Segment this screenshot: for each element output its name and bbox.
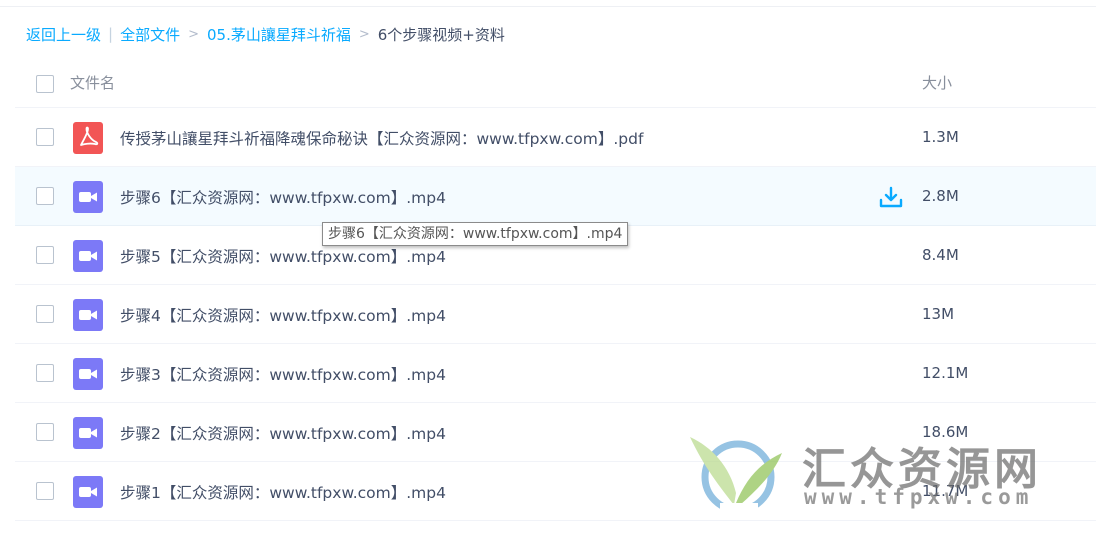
folder-link[interactable]: 05.茅山讓星拜斗祈福 xyxy=(207,24,351,45)
download-icon[interactable] xyxy=(879,186,903,208)
select-all-checkbox[interactable] xyxy=(36,75,54,93)
all-files-link[interactable]: 全部文件 xyxy=(120,24,180,45)
video-icon xyxy=(73,181,103,213)
file-size: 8.4M xyxy=(922,246,959,264)
file-size: 13M xyxy=(922,305,955,323)
row-checkbox[interactable] xyxy=(36,305,54,323)
breadcrumb: 返回上一级 | 全部文件 > 05.茅山讓星拜斗祈福 > 6个步骤视频+资料 xyxy=(26,23,505,45)
watermark-logo: 汇众资源网 www.tfpxw.com xyxy=(690,427,1060,517)
file-name[interactable]: 步骤3【汇众资源网：www.tfpxw.com】.mp4 xyxy=(120,363,446,385)
video-icon xyxy=(73,417,103,449)
column-header-size[interactable]: 大小 xyxy=(922,72,952,93)
file-size: 1.3M xyxy=(922,128,959,146)
row-checkbox[interactable] xyxy=(36,482,54,500)
row-checkbox[interactable] xyxy=(36,423,54,441)
file-name[interactable]: 传授茅山讓星拜斗祈福降魂保命秘诀【汇众资源网：www.tfpxw.com】.pd… xyxy=(120,127,643,149)
file-size: 12.1M xyxy=(922,364,969,382)
table-header: 文件名 大小 xyxy=(15,52,1096,108)
row-checkbox[interactable] xyxy=(36,364,54,382)
leaf-logo-icon xyxy=(690,437,782,515)
video-icon xyxy=(73,299,103,331)
file-size: 2.8M xyxy=(922,187,959,205)
back-link[interactable]: 返回上一级 xyxy=(26,24,101,45)
pdf-icon xyxy=(73,122,103,154)
video-icon xyxy=(73,476,103,508)
file-name[interactable]: 步骤6【汇众资源网：www.tfpxw.com】.mp4 xyxy=(120,186,446,208)
file-name[interactable]: 步骤4【汇众资源网：www.tfpxw.com】.mp4 xyxy=(120,304,446,326)
file-row[interactable]: 步骤6【汇众资源网：www.tfpxw.com】.mp4 2.8M xyxy=(15,167,1096,226)
file-row[interactable]: 传授茅山讓星拜斗祈福降魂保命秘诀【汇众资源网：www.tfpxw.com】.pd… xyxy=(15,108,1096,167)
column-header-name[interactable]: 文件名 xyxy=(70,72,115,93)
top-divider xyxy=(0,0,1096,7)
row-checkbox[interactable] xyxy=(36,128,54,146)
file-row[interactable]: 步骤3【汇众资源网：www.tfpxw.com】.mp4 12.1M xyxy=(15,344,1096,403)
file-name[interactable]: 步骤5【汇众资源网：www.tfpxw.com】.mp4 xyxy=(120,245,446,267)
row-checkbox[interactable] xyxy=(36,246,54,264)
video-icon xyxy=(73,240,103,272)
file-name[interactable]: 步骤1【汇众资源网：www.tfpxw.com】.mp4 xyxy=(120,481,446,503)
current-folder: 6个步骤视频+资料 xyxy=(377,25,505,44)
breadcrumb-divider: | xyxy=(108,25,114,43)
filename-tooltip: 步骤6【汇众资源网：www.tfpxw.com】.mp4 xyxy=(322,222,629,246)
breadcrumb-separator: > xyxy=(358,26,370,42)
watermark-url: www.tfpxw.com xyxy=(804,485,1034,509)
video-icon xyxy=(73,358,103,390)
row-checkbox[interactable] xyxy=(36,187,54,205)
breadcrumb-separator: > xyxy=(188,26,199,42)
file-name[interactable]: 步骤2【汇众资源网：www.tfpxw.com】.mp4 xyxy=(120,422,446,444)
file-row[interactable]: 步骤4【汇众资源网：www.tfpxw.com】.mp4 13M xyxy=(15,285,1096,344)
